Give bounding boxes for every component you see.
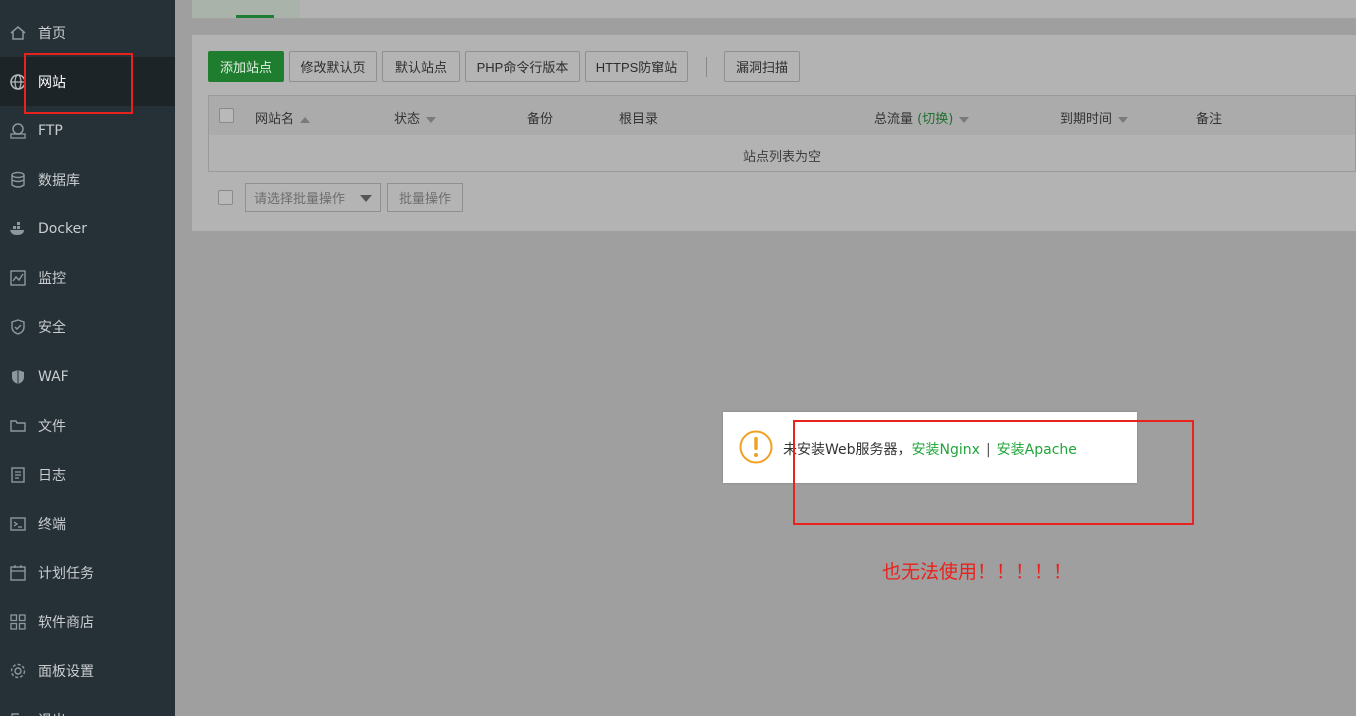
sidebar-item-terminal[interactable]: 终端 bbox=[0, 499, 175, 548]
modify-default-page-button[interactable]: 修改默认页 bbox=[289, 51, 377, 82]
batch-select-checkbox[interactable] bbox=[218, 190, 233, 205]
sidebar-item-label: 文件 bbox=[38, 418, 66, 435]
batch-action-select[interactable]: 请选择批量操作 bbox=[245, 183, 381, 212]
sidebar-item-waf[interactable]: WAF bbox=[0, 352, 175, 401]
logout-icon bbox=[9, 711, 27, 716]
default-site-button[interactable]: 默认站点 bbox=[382, 51, 460, 82]
sidebar-item-label: Docker bbox=[38, 220, 88, 237]
vuln-scan-button[interactable]: 漏洞扫描 bbox=[724, 51, 800, 82]
sidebar-item-label: 数据库 bbox=[38, 172, 80, 189]
site-table: 网站名 状态 备份 根目录 总流量 (切换) 到期时间 备注 站点列表为空 bbox=[208, 95, 1356, 172]
gear-icon bbox=[9, 662, 27, 680]
database-icon bbox=[9, 171, 27, 189]
sidebar-item-label: 软件商店 bbox=[38, 614, 94, 631]
sort-asc-icon bbox=[300, 116, 311, 123]
main-content: 添加站点 修改默认页 默认站点 PHP命令行版本 HTTPS防窜站 漏洞扫描 网… bbox=[175, 0, 1356, 716]
sidebar-item-panel-settings[interactable]: 面板设置 bbox=[0, 646, 175, 695]
select-all-checkbox[interactable] bbox=[219, 108, 234, 123]
empty-table-message: 站点列表为空 bbox=[742, 150, 821, 165]
sidebar-item-cron[interactable]: 计划任务 bbox=[0, 548, 175, 597]
chevron-down-icon bbox=[360, 195, 372, 202]
monitor-icon bbox=[9, 269, 27, 287]
sidebar-item-monitor[interactable]: 监控 bbox=[0, 253, 175, 302]
sidebar-item-label: 面板设置 bbox=[38, 663, 94, 680]
docker-icon bbox=[9, 220, 27, 238]
top-tab-strip bbox=[192, 0, 1356, 19]
column-root-dir: 根目录 bbox=[619, 112, 659, 127]
column-total-traffic-label: 总流量 bbox=[874, 112, 914, 127]
sort-desc-icon bbox=[426, 116, 437, 123]
sidebar-item-docker[interactable]: Docker bbox=[0, 204, 175, 253]
column-site-name-label: 网站名 bbox=[255, 112, 295, 127]
sidebar-item-label: FTP bbox=[38, 122, 63, 139]
site-panel: 添加站点 修改默认页 默认站点 PHP命令行版本 HTTPS防窜站 漏洞扫描 网… bbox=[192, 35, 1356, 231]
php-cli-version-button[interactable]: PHP命令行版本 bbox=[465, 51, 580, 82]
sidebar-item-logs[interactable]: 日志 bbox=[0, 450, 175, 499]
annotation-box-dialog bbox=[793, 420, 1194, 525]
log-icon bbox=[9, 466, 27, 484]
terminal-icon bbox=[9, 515, 27, 533]
sidebar-item-security[interactable]: 安全 bbox=[0, 302, 175, 351]
annotation-text: 也无法使用！！！！！ bbox=[882, 561, 1073, 583]
sidebar-item-label: 计划任务 bbox=[38, 565, 94, 582]
column-total-traffic[interactable]: 总流量 (切换) bbox=[874, 108, 970, 127]
calendar-icon bbox=[9, 564, 27, 582]
column-backup: 备份 bbox=[527, 112, 554, 127]
apps-icon bbox=[9, 613, 27, 631]
column-expire-time[interactable]: 到期时间 bbox=[1060, 108, 1129, 127]
column-remark: 备注 bbox=[1196, 112, 1223, 127]
warning-icon bbox=[739, 430, 773, 464]
folder-icon bbox=[9, 417, 27, 435]
table-header: 网站名 状态 备份 根目录 总流量 (切换) 到期时间 备注 bbox=[209, 96, 1355, 135]
column-status[interactable]: 状态 bbox=[394, 108, 437, 127]
add-site-button[interactable]: 添加站点 bbox=[208, 51, 284, 82]
toolbar-separator bbox=[706, 57, 707, 77]
sidebar-item-app-store[interactable]: 软件商店 bbox=[0, 597, 175, 646]
sidebar-item-label: 日志 bbox=[38, 467, 66, 484]
column-status-label: 状态 bbox=[394, 112, 421, 127]
ftp-icon bbox=[9, 122, 27, 140]
home-icon bbox=[9, 24, 27, 42]
batch-apply-button[interactable]: 批量操作 bbox=[387, 183, 463, 212]
sidebar-item-home[interactable]: 首页 bbox=[0, 8, 175, 57]
sidebar-item-label: 首页 bbox=[38, 25, 66, 42]
annotation-box-website bbox=[24, 53, 133, 114]
batch-select-placeholder: 请选择批量操作 bbox=[254, 192, 346, 207]
sidebar-item-files[interactable]: 文件 bbox=[0, 401, 175, 450]
https-guard-button[interactable]: HTTPS防窜站 bbox=[585, 51, 688, 82]
sidebar-item-label: 终端 bbox=[38, 516, 66, 533]
sidebar-item-logout[interactable]: 退出 bbox=[0, 695, 175, 716]
sidebar-item-label: WAF bbox=[38, 368, 69, 385]
sidebar-item-label: 安全 bbox=[38, 319, 66, 336]
tab-active-indicator bbox=[236, 15, 274, 18]
traffic-toggle-link[interactable]: (切换) bbox=[917, 112, 953, 127]
shield-icon bbox=[9, 318, 27, 336]
column-expire-time-label: 到期时间 bbox=[1060, 112, 1113, 127]
sidebar-item-label: 监控 bbox=[38, 270, 66, 287]
sidebar-item-label: 退出 bbox=[38, 710, 66, 716]
waf-icon bbox=[9, 368, 27, 386]
column-site-name[interactable]: 网站名 bbox=[255, 108, 311, 127]
sort-desc-icon bbox=[1118, 116, 1129, 123]
sidebar-item-database[interactable]: 数据库 bbox=[0, 155, 175, 204]
sort-desc-icon bbox=[959, 116, 970, 123]
